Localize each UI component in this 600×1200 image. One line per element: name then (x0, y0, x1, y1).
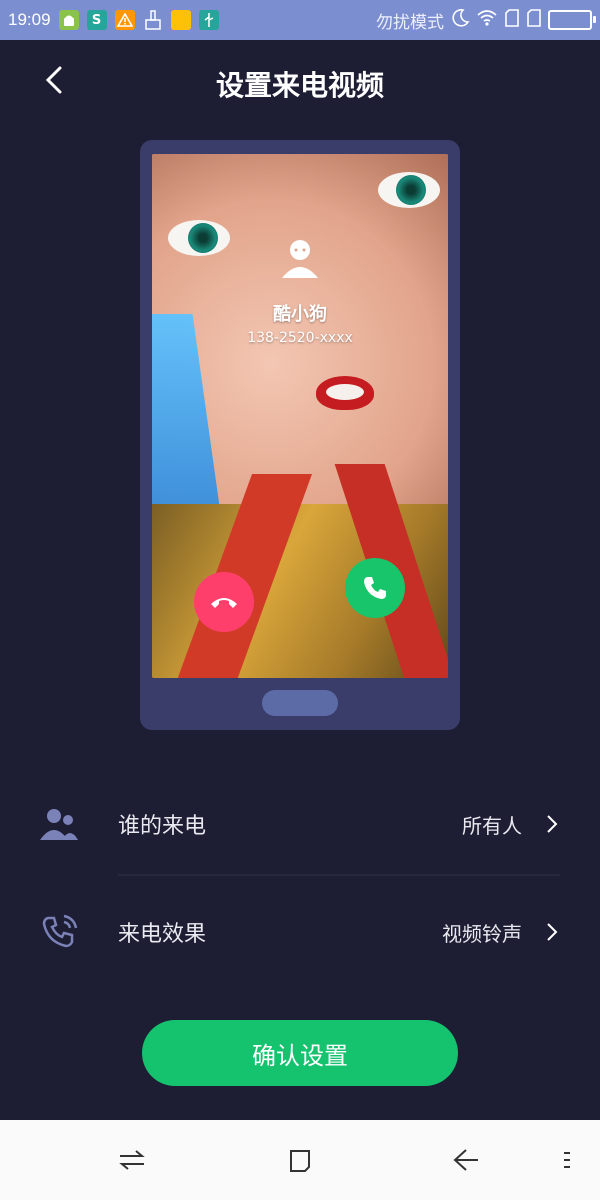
moon-icon (450, 8, 470, 32)
setting-row-who-calls[interactable]: 谁的来电 所有人 (40, 794, 560, 854)
divider (118, 874, 560, 876)
setting-label: 谁的来电 (118, 814, 207, 839)
avatar-icon (278, 236, 322, 280)
accept-call-button[interactable] (345, 558, 405, 618)
header: 设置来电视频 (0, 40, 600, 122)
menu-icon[interactable] (550, 1144, 582, 1176)
setting-row-call-effect[interactable]: 来电效果 视频铃声 (40, 902, 560, 962)
folder-icon (170, 10, 191, 30)
decline-call-button[interactable] (194, 572, 254, 632)
setting-value: 所有人 (462, 813, 522, 838)
battery-icon (548, 10, 596, 30)
warning-icon (114, 10, 135, 30)
notification-icons: S (58, 10, 219, 30)
video-preview-screen[interactable]: 酷小狗 138-2520-xxxx (152, 154, 448, 678)
preview-eye-left (168, 220, 230, 256)
status-right: 勿扰模式 (376, 0, 596, 40)
sim1-icon (504, 8, 520, 32)
usb-icon (198, 10, 219, 30)
phone-icon (364, 577, 386, 599)
preview-mouth (316, 376, 374, 410)
hangup-icon (211, 598, 237, 608)
chevron-right-icon (544, 922, 560, 942)
setting-value: 视频铃声 (442, 921, 522, 946)
dnd-label: 勿扰模式 (376, 12, 444, 33)
caller-number: 138-2520-xxxx (247, 330, 353, 346)
phone-home-button (262, 690, 338, 716)
setting-label: 来电效果 (118, 922, 207, 947)
phone-preview: 酷小狗 138-2520-xxxx (140, 140, 460, 730)
app-s-icon: S (86, 10, 107, 30)
android-icon (58, 10, 79, 30)
ringing-phone-icon (40, 912, 80, 952)
status-time: 19:09 (8, 10, 51, 29)
sim2-icon (526, 8, 542, 32)
chevron-right-icon (544, 814, 560, 834)
home-square-icon[interactable] (284, 1144, 316, 1176)
preview-eye-right (378, 172, 440, 208)
wifi-icon (476, 9, 498, 31)
contacts-icon (40, 804, 80, 844)
switch-apps-icon[interactable] (116, 1144, 148, 1176)
caller-name: 酷小狗 (273, 304, 327, 325)
system-nav-bar (0, 1120, 600, 1200)
cleaner-icon (143, 10, 163, 30)
page-title: 设置来电视频 (215, 69, 384, 102)
status-bar: 19:09 S 勿扰模式 (0, 0, 600, 40)
back-arrow-icon[interactable] (450, 1144, 482, 1176)
confirm-settings-button[interactable]: 确认设置 (142, 1020, 458, 1086)
